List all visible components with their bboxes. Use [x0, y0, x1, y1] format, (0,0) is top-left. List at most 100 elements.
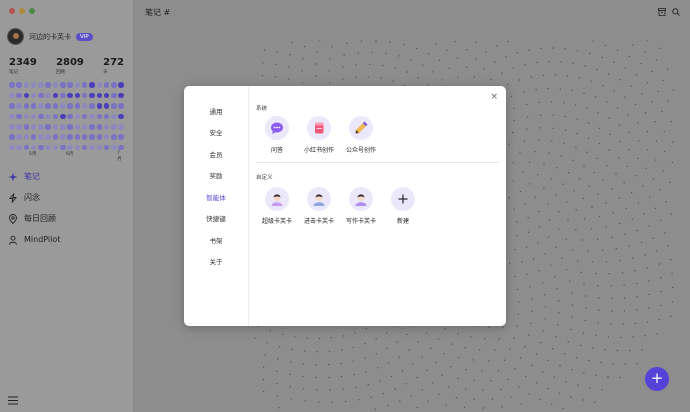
background-dot [628, 148, 630, 151]
background-dot [560, 155, 562, 157]
background-dot [426, 369, 428, 372]
background-dot [575, 146, 577, 148]
background-dot [516, 288, 519, 291]
background-dot [539, 114, 542, 117]
agent-super-kafka[interactable]: 超级卡芙卡 [256, 187, 298, 225]
background-dot [329, 389, 331, 391]
background-dot [352, 360, 354, 362]
background-dot [385, 332, 388, 334]
background-dot [666, 68, 669, 70]
background-dot [572, 249, 574, 251]
settings-tab-rewards[interactable]: 奖励 [184, 165, 248, 187]
background-dot [275, 63, 277, 66]
background-dot [662, 170, 664, 172]
background-dot [609, 323, 612, 325]
heatmap-cell [16, 144, 22, 151]
sidebar-item-mindpilot[interactable]: MindPilot [8, 229, 60, 250]
user-profile[interactable]: 河边的卡芙卡 VIP [7, 28, 93, 45]
background-dot [648, 293, 650, 296]
settings-tab-security[interactable]: 安全 [184, 122, 248, 144]
add-note-button[interactable]: + [645, 367, 669, 391]
agent-attack-kafka[interactable]: 进击卡芙卡 [298, 187, 340, 225]
background-dot [583, 283, 585, 285]
background-dot [576, 50, 579, 52]
agent-wechat-article[interactable]: 公众号创作 [340, 116, 382, 154]
heatmap-cell [16, 103, 22, 109]
settings-tab-bookshelf[interactable]: 书架 [184, 229, 248, 251]
background-dot [611, 310, 613, 312]
heatmap-cell [111, 82, 117, 88]
top-toolbar [658, 8, 680, 16]
background-dot [315, 364, 317, 366]
background-dot [518, 386, 520, 388]
maximize-window-icon[interactable] [29, 8, 35, 14]
agent-xiaohongshu[interactable]: 小红书创作 [298, 116, 340, 154]
menu-icon[interactable] [8, 396, 18, 405]
settings-tab-agents[interactable]: 智能体 [184, 186, 248, 208]
heatmap-cell [96, 113, 103, 120]
heatmap-cell [74, 92, 81, 99]
background-dot [542, 330, 545, 332]
background-dot [552, 114, 554, 116]
background-dot [606, 164, 608, 167]
settings-tab-membership[interactable]: 会员 [184, 143, 248, 165]
notes-icon [8, 172, 18, 181]
heatmap-cell [60, 144, 66, 151]
background-dot [444, 328, 446, 330]
background-dot [578, 178, 581, 180]
stat-value: 2349 [9, 57, 37, 68]
heatmap-cell [111, 113, 117, 120]
sidebar-item-flash[interactable]: 闪念 [8, 187, 60, 208]
background-dot [288, 66, 290, 68]
background-dot [640, 241, 643, 244]
background-dot [601, 388, 603, 391]
archive-icon[interactable] [658, 8, 666, 16]
agent-label: 小红书创作 [303, 147, 334, 154]
close-window-icon[interactable] [9, 8, 15, 14]
agent-create-new[interactable]: 新建 [382, 187, 424, 225]
background-dot [427, 53, 430, 55]
background-dot [437, 338, 440, 340]
background-dot [559, 88, 561, 90]
background-dot [656, 333, 658, 335]
heatmap-cell [81, 124, 88, 130]
background-dot [318, 401, 320, 403]
background-dot [646, 321, 649, 323]
background-dot [473, 76, 475, 78]
background-dot [341, 349, 343, 351]
background-dot [658, 318, 661, 321]
background-dot [355, 76, 357, 78]
sidebar-item-label: 笔记 [24, 172, 40, 181]
background-dot [632, 336, 634, 338]
background-dot [403, 43, 405, 46]
background-dot [634, 175, 637, 177]
background-dot [289, 373, 291, 376]
agent-icon-wrap [391, 187, 415, 211]
agent-writing-kafka[interactable]: 写作卡芙卡 [340, 187, 382, 225]
settings-dialog: 通用 安全 会员 奖励 智能体 快捷键 书架 关于 × 系统 问答 小红书创作 … [184, 86, 506, 326]
background-dot [485, 51, 487, 53]
background-dot [375, 353, 377, 355]
search-icon[interactable] [672, 8, 680, 16]
background-dot [660, 304, 662, 307]
background-dot [624, 67, 626, 69]
avatar[interactable] [7, 28, 24, 45]
background-dot [554, 74, 557, 76]
minimize-window-icon[interactable] [19, 8, 25, 14]
background-dot [539, 341, 542, 344]
background-dot [611, 297, 613, 300]
heatmap-cell [89, 113, 95, 120]
background-dot [631, 191, 633, 194]
background-dot [623, 182, 625, 184]
close-icon[interactable]: × [490, 92, 498, 102]
background-dot [539, 398, 542, 401]
background-dot [660, 276, 662, 279]
sidebar-item-notes[interactable]: 笔记 [8, 166, 60, 187]
settings-tab-general[interactable]: 通用 [184, 100, 248, 122]
background-dot [612, 363, 614, 365]
settings-tab-about[interactable]: 关于 [184, 251, 248, 273]
heatmap-cell [89, 92, 95, 99]
agent-qa[interactable]: 问答 [256, 116, 298, 154]
sidebar-item-daily-review[interactable]: 每日回顾 [8, 208, 60, 229]
settings-tab-shortcuts[interactable]: 快捷键 [184, 208, 248, 230]
